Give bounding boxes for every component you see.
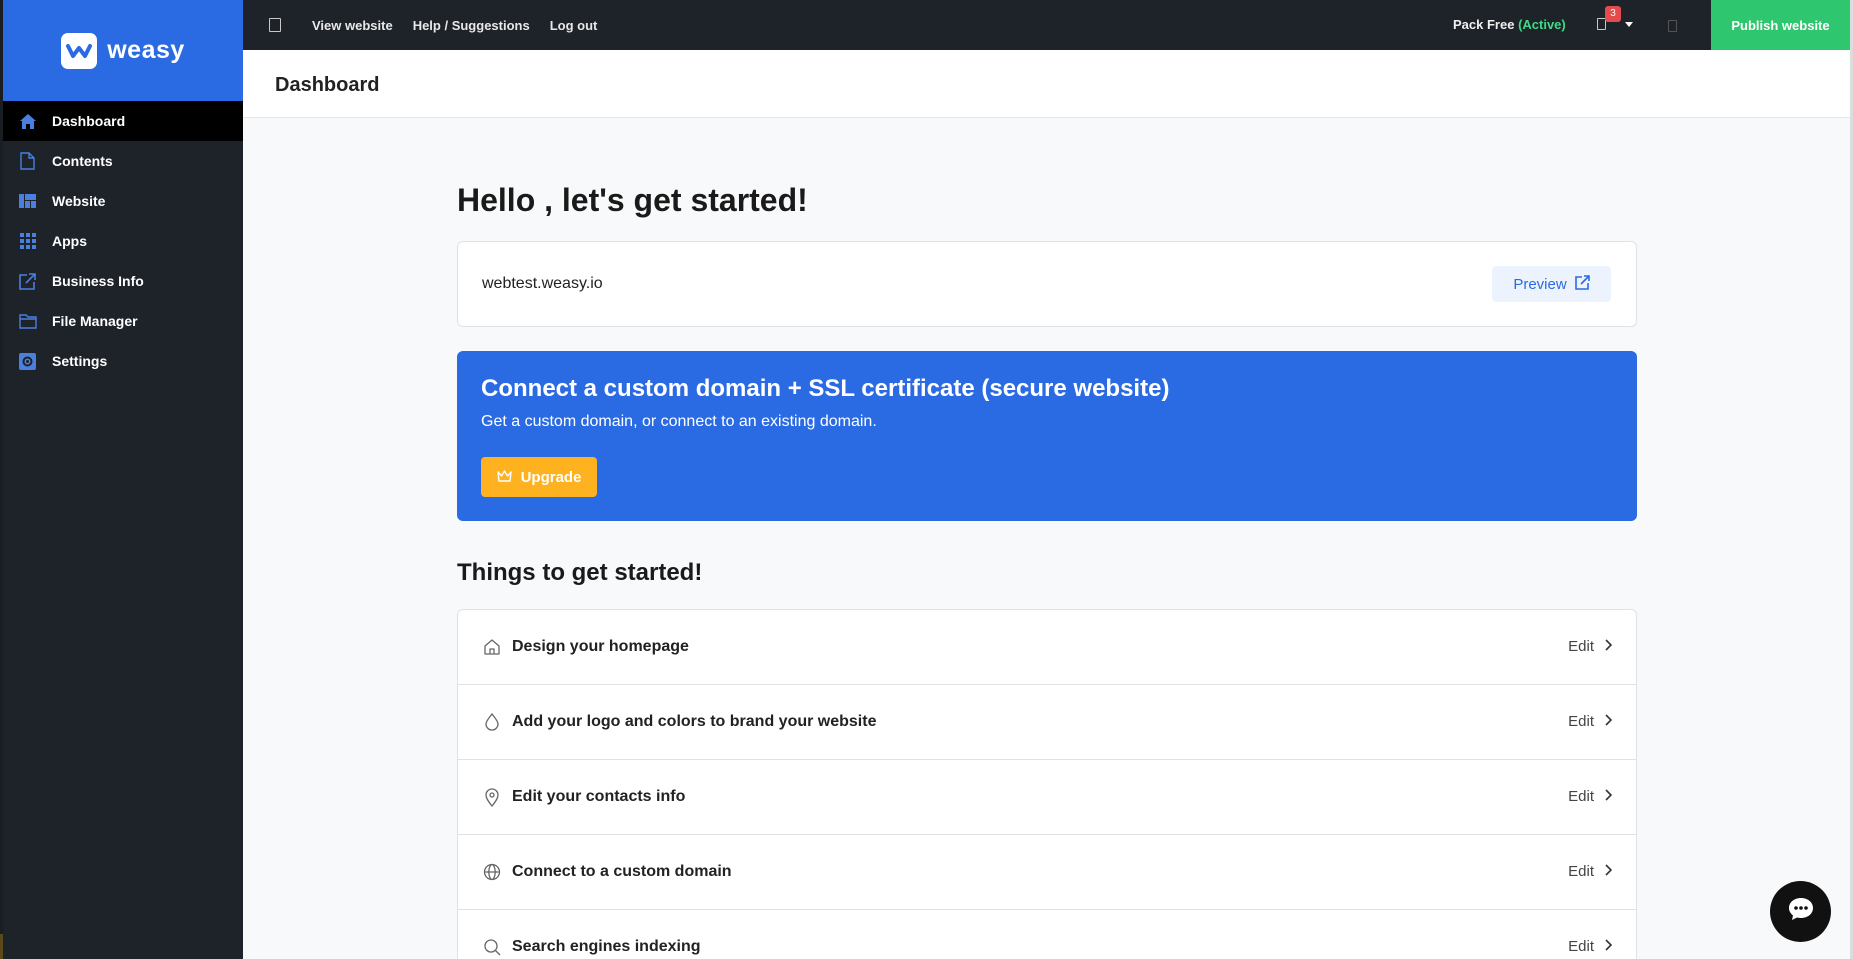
crown-icon bbox=[496, 469, 512, 486]
grid-icon bbox=[18, 232, 37, 251]
chat-bubble-icon bbox=[1787, 896, 1815, 927]
edit-link[interactable]: Edit bbox=[1568, 788, 1613, 805]
sidebar-item-label: Contents bbox=[52, 153, 113, 169]
chat-support-button[interactable] bbox=[1770, 881, 1831, 942]
edit-link[interactable]: Edit bbox=[1568, 938, 1613, 955]
external-edit-icon bbox=[18, 272, 37, 291]
view-website-link[interactable]: View website bbox=[312, 18, 393, 33]
site-url-card: webtest.weasy.io Preview bbox=[457, 241, 1637, 327]
globe-icon bbox=[482, 862, 502, 882]
site-url: webtest.weasy.io bbox=[482, 275, 603, 292]
sidebar-item-label: Website bbox=[52, 193, 106, 209]
task-design-homepage[interactable]: Design your homepage Edit bbox=[458, 610, 1636, 685]
sidebar-item-website[interactable]: Website bbox=[3, 181, 243, 221]
main-content: Hello , let's get started! webtest.weasy… bbox=[457, 118, 1637, 959]
layout-icon bbox=[18, 192, 37, 211]
promo-subtitle: Get a custom domain, or connect to an ex… bbox=[481, 413, 877, 430]
sidebar-item-dashboard[interactable]: Dashboard bbox=[3, 101, 243, 141]
sidebar-item-label: Dashboard bbox=[52, 113, 126, 129]
weasy-logo-icon bbox=[61, 32, 98, 69]
sidebar-item-contents[interactable]: Contents bbox=[3, 141, 243, 181]
home-outline-icon bbox=[482, 637, 502, 657]
sidebar-item-business-info[interactable]: Business Info bbox=[3, 261, 243, 301]
chevron-down-icon[interactable] bbox=[1625, 22, 1633, 27]
brand-name: weasy bbox=[107, 36, 185, 64]
drop-icon bbox=[482, 712, 502, 732]
gear-icon bbox=[18, 352, 37, 371]
home-icon bbox=[18, 112, 37, 131]
edit-label: Edit bbox=[1568, 638, 1594, 655]
chevron-right-icon bbox=[1604, 638, 1613, 655]
brand-header[interactable]: weasy bbox=[3, 0, 243, 101]
page-title: Dashboard bbox=[275, 74, 380, 96]
pack-status[interactable]: Pack Free (Active) bbox=[1453, 17, 1566, 32]
task-search-indexing[interactable]: Search engines indexing Edit bbox=[458, 910, 1636, 959]
task-list: Design your homepage Edit Add your logo … bbox=[457, 609, 1637, 959]
sidebar-item-settings[interactable]: Settings bbox=[3, 341, 243, 381]
edit-link[interactable]: Edit bbox=[1568, 638, 1613, 655]
upgrade-label: Upgrade bbox=[520, 468, 582, 486]
upgrade-button[interactable]: Upgrade bbox=[481, 457, 597, 497]
edit-link[interactable]: Edit bbox=[1568, 713, 1613, 730]
sidebar-item-label: Business Info bbox=[52, 273, 144, 289]
edit-label: Edit bbox=[1568, 863, 1594, 880]
custom-domain-promo: Connect a custom domain + SSL certificat… bbox=[457, 351, 1637, 521]
map-pin-icon bbox=[482, 787, 502, 807]
task-custom-domain[interactable]: Connect to a custom domain Edit bbox=[458, 835, 1636, 910]
sidebar-item-file-manager[interactable]: File Manager bbox=[3, 301, 243, 341]
help-suggestions-link[interactable]: Help / Suggestions bbox=[413, 18, 530, 33]
pack-active-status: (Active) bbox=[1518, 17, 1566, 32]
sidebar: weasy Dashboard Contents Website Apps Bu… bbox=[3, 0, 243, 959]
task-label: Add your logo and colors to brand your w… bbox=[512, 713, 877, 730]
task-label: Search engines indexing bbox=[512, 938, 701, 955]
edit-link[interactable]: Edit bbox=[1568, 863, 1613, 880]
sidebar-item-label: Settings bbox=[52, 353, 108, 369]
sidebar-item-apps[interactable]: Apps bbox=[3, 221, 243, 261]
page-header: Dashboard bbox=[243, 50, 1850, 118]
sidebar-item-label: Apps bbox=[52, 233, 87, 249]
task-label: Edit your contacts info bbox=[512, 788, 686, 805]
preview-label: Preview bbox=[1513, 275, 1567, 293]
preview-button[interactable]: Preview bbox=[1492, 266, 1611, 302]
document-icon bbox=[18, 152, 37, 171]
edit-label: Edit bbox=[1568, 788, 1594, 805]
sidebar-nav: Dashboard Contents Website Apps Business… bbox=[3, 101, 243, 381]
account-icon[interactable] bbox=[1668, 20, 1677, 32]
edit-label: Edit bbox=[1568, 713, 1594, 730]
notification-badge: 3 bbox=[1605, 6, 1621, 22]
chevron-right-icon bbox=[1604, 788, 1613, 805]
task-logo-colors[interactable]: Add your logo and colors to brand your w… bbox=[458, 685, 1636, 760]
sidebar-item-label: File Manager bbox=[52, 313, 138, 329]
topbar: View website Help / Suggestions Log out … bbox=[243, 0, 1850, 50]
promo-title: Connect a custom domain + SSL certificat… bbox=[481, 375, 1170, 402]
greeting-heading: Hello , let's get started! bbox=[457, 182, 808, 218]
sidebar-toggle-icon[interactable] bbox=[269, 18, 281, 32]
task-contacts-info[interactable]: Edit your contacts info Edit bbox=[458, 760, 1636, 835]
pack-label: Pack Free bbox=[1453, 17, 1515, 32]
chevron-right-icon bbox=[1604, 713, 1613, 730]
folder-icon bbox=[18, 312, 37, 331]
log-out-link[interactable]: Log out bbox=[550, 18, 598, 33]
publish-website-button[interactable]: Publish website bbox=[1711, 0, 1850, 50]
task-label: Design your homepage bbox=[512, 638, 689, 655]
external-link-icon bbox=[1574, 274, 1590, 294]
search-icon bbox=[482, 937, 502, 957]
section-title: Things to get started! bbox=[457, 559, 703, 586]
chevron-right-icon bbox=[1604, 863, 1613, 880]
edit-label: Edit bbox=[1568, 938, 1594, 955]
task-label: Connect to a custom domain bbox=[512, 863, 732, 880]
chevron-right-icon bbox=[1604, 938, 1613, 955]
